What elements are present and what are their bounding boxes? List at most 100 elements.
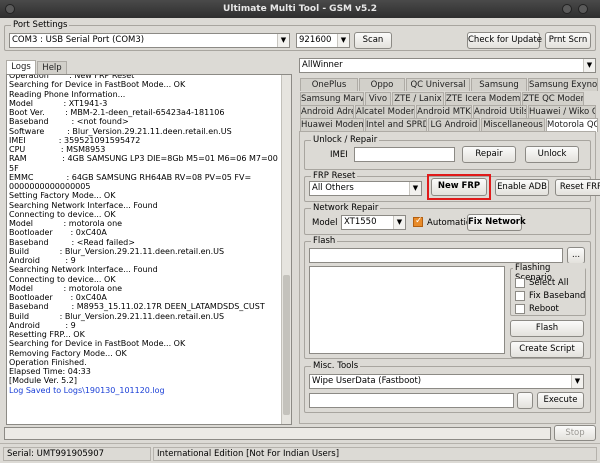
- log-line: Baseband : M8953_15.11.02.17R DEEN_LATAM…: [9, 302, 265, 312]
- chevron-down-icon: ▼: [393, 216, 405, 229]
- flash-button[interactable]: Flash: [510, 320, 584, 337]
- unlock-button[interactable]: Unlock: [525, 146, 579, 163]
- print-screen-button[interactable]: Prnt Scrn: [545, 32, 591, 49]
- misc-browse-button[interactable]: [517, 392, 533, 409]
- log-line: Setting Factory Mode... OK: [9, 191, 116, 201]
- log-line: [Module Ver. 5.2]: [9, 376, 78, 386]
- platform-select[interactable]: AllWinner ▼: [299, 58, 596, 73]
- log-line: RAM : 4GB SAMSUNG LP3 DIE=8Gb M5=01 M6=0…: [9, 154, 292, 164]
- chevron-down-icon: ▼: [409, 182, 421, 195]
- imei-label: IMEI: [330, 150, 348, 160]
- scan-button[interactable]: Scan: [354, 32, 392, 49]
- log-line: Baseband : <Read failed>: [9, 237, 135, 247]
- log-line: Connecting to device... OK: [9, 209, 116, 219]
- log-line: CPU : MSM8953: [9, 145, 106, 154]
- log-line: Reading Phone Information...: [9, 89, 126, 99]
- tab-brand-qc-universal[interactable]: QC Universal: [406, 78, 470, 91]
- select-all-checkbox[interactable]: [515, 278, 525, 288]
- status-bar: Serial: UMT991905907 International Editi…: [0, 443, 600, 463]
- browse-button[interactable]: ...: [567, 247, 585, 264]
- tab-brand-oppo[interactable]: Oppo: [359, 78, 405, 91]
- model-select[interactable]: XT1550 ▼: [341, 215, 406, 230]
- log-scrollbar[interactable]: [281, 75, 291, 424]
- stop-button[interactable]: Stop: [554, 425, 596, 441]
- baud-select[interactable]: 921600 ▼: [296, 33, 350, 48]
- tab-brand-alcatel-modem[interactable]: Alcatel Modem: [355, 105, 415, 118]
- tab-brand-oneplus[interactable]: OnePlus: [300, 78, 358, 91]
- execute-button[interactable]: Execute: [537, 392, 584, 409]
- tab-brand-intel-and-sprd[interactable]: Intel and SPRD: [365, 118, 427, 131]
- log-line: Build : Blur_Version.29.21.11.deen.retai…: [9, 246, 225, 256]
- tab-brand-motorola-qc[interactable]: Motorola QC: [546, 118, 598, 132]
- flash-label: Flash: [311, 236, 338, 246]
- log-line: Searching Network Interface... Found: [9, 200, 158, 210]
- automatic-label: Automatic: [427, 218, 471, 228]
- edition-status: International Edition [Not For Indian Us…: [153, 447, 597, 461]
- fix-baseband-checkbox[interactable]: [515, 291, 525, 301]
- log-line: Elapsed Time: 04:33: [9, 367, 91, 376]
- tab-brand-huawei-wiko-calc[interactable]: Huawei / Wiko Calc: [528, 105, 596, 118]
- tab-brand-samsung[interactable]: Samsung: [471, 78, 527, 91]
- misc-tool-value: Wipe UserData (Fastboot): [312, 376, 422, 386]
- window-menu-icon[interactable]: [5, 4, 15, 14]
- log-line: Resetting FRP... OK: [9, 330, 85, 339]
- tab-brand-zte-lanix[interactable]: ZTE / Lanix: [392, 92, 444, 105]
- automatic-checkbox[interactable]: [413, 216, 423, 227]
- chevron-down-icon: ▼: [571, 375, 583, 388]
- tab-brand-samsung-exynos[interactable]: Samsung Exynos: [528, 78, 598, 91]
- tab-brand-android-utils[interactable]: Android Utils: [473, 105, 527, 118]
- log-line: Boot Ver. : MBM-2.1-deen_retail-65423a4-…: [9, 108, 225, 117]
- tab-brand-huawei-modem[interactable]: Huawei Modem: [300, 118, 364, 131]
- tab-brand-miscellaneous[interactable]: Miscellaneous: [481, 118, 545, 131]
- log-line: 0000000000000005: [9, 182, 91, 191]
- new-frp-button[interactable]: New FRP: [431, 178, 487, 196]
- log-line: 5F: [9, 163, 19, 173]
- fix-network-button[interactable]: Fix Network: [467, 214, 526, 231]
- log-line: IMEI : 359521091595472: [9, 135, 141, 145]
- model-label: Model: [312, 218, 338, 228]
- port-select-value: COM3 : USB Serial Port (COM3): [12, 35, 145, 45]
- tab-brand-vivo[interactable]: Vivo: [365, 92, 391, 105]
- close-icon[interactable]: [578, 4, 588, 14]
- flash-path-input[interactable]: [309, 248, 563, 263]
- flash-file-list[interactable]: [309, 266, 505, 354]
- tab-brand-zte-qc-modem[interactable]: ZTE QC Modem: [522, 92, 584, 105]
- log-lines: Operation : New FRP Reset Searching for D…: [9, 75, 292, 395]
- tab-brand-android-adreno[interactable]: Android Adreno: [300, 105, 354, 118]
- model-select-value: XT1550: [344, 217, 377, 227]
- tab-brand-zte-icera-modem[interactable]: ZTE Icera Modem: [445, 92, 521, 105]
- check-update-button[interactable]: Check for Update: [467, 32, 542, 49]
- enable-adb-button[interactable]: Enable ADB: [495, 179, 549, 196]
- reset-frp-button[interactable]: Reset FRP: [555, 179, 600, 196]
- misc-tool-select[interactable]: Wipe UserData (Fastboot) ▼: [309, 374, 584, 389]
- imei-input[interactable]: [354, 147, 455, 162]
- tab-brand-android-mtk[interactable]: Android MTK: [416, 105, 472, 118]
- log-line: Model : motorola one: [9, 283, 123, 293]
- chevron-down-icon: ▼: [583, 59, 595, 72]
- tab-logs[interactable]: Logs: [6, 60, 36, 74]
- serial-status: Serial: UMT991905907: [3, 447, 151, 461]
- log-line: Searching Network Interface... Found: [9, 265, 158, 275]
- misc-param-input[interactable]: [309, 393, 514, 408]
- tab-brand-samsung-marvel[interactable]: Samsung Marvel: [300, 92, 364, 105]
- log-line: Searching for Device in FastBoot Mode...…: [9, 80, 186, 90]
- log-line: Searching for Device in FastBoot Mode...…: [9, 339, 186, 349]
- create-script-button[interactable]: Create Script: [510, 341, 584, 358]
- repair-button[interactable]: Repair: [462, 146, 516, 163]
- port-select[interactable]: COM3 : USB Serial Port (COM3) ▼: [9, 33, 290, 48]
- chevron-down-icon: ▼: [337, 34, 349, 47]
- frp-mode-select[interactable]: All Others ▼: [309, 181, 422, 196]
- log-panel[interactable]: Operation : New FRP Reset Searching for D…: [6, 74, 292, 425]
- select-all-label: Select All: [529, 278, 569, 288]
- tab-help[interactable]: Help: [37, 61, 67, 74]
- log-scroll-thumb[interactable]: [283, 275, 290, 415]
- network-repair-label: Network Repair: [311, 203, 381, 213]
- title-bar[interactable]: Ultimate Multi Tool - GSM v5.2: [0, 0, 600, 18]
- reboot-checkbox[interactable]: [515, 304, 525, 314]
- log-line: Baseband : <not found>: [9, 117, 129, 127]
- baud-select-value: 921600: [299, 35, 332, 45]
- tab-brand-lg-android[interactable]: LG Android: [428, 118, 480, 131]
- log-line: Bootloader : 0xC40A: [9, 228, 107, 238]
- misc-tools-label: Misc. Tools: [311, 361, 361, 371]
- minimize-icon[interactable]: [562, 4, 572, 14]
